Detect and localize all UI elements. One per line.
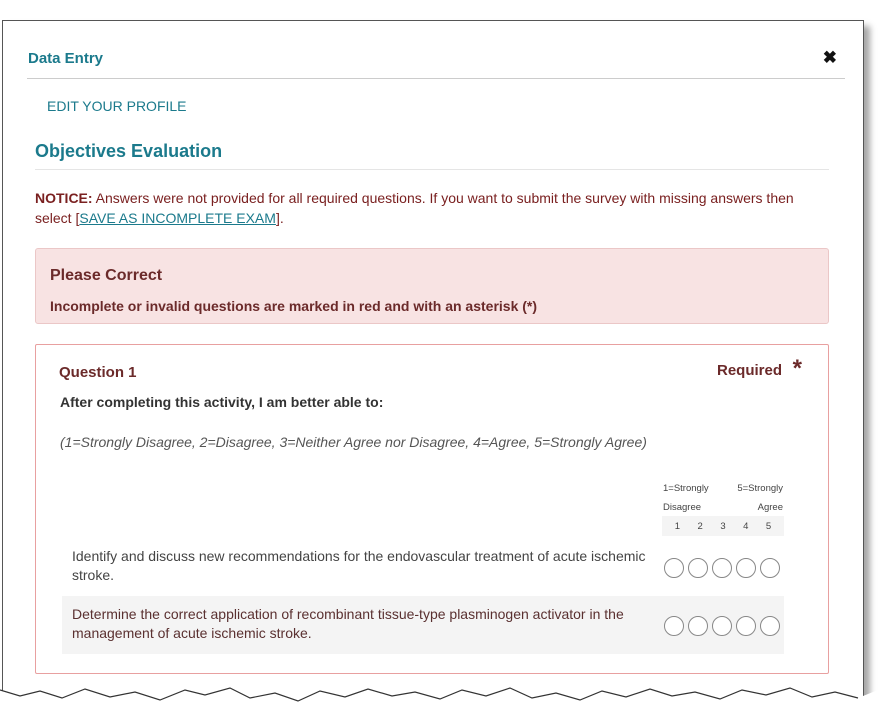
radio-5[interactable] xyxy=(760,558,780,578)
likert-item-text: Identify and discuss new recommendations… xyxy=(72,548,646,583)
title-divider xyxy=(35,169,829,170)
question-title: Question 1 xyxy=(59,364,137,381)
scale-number: 4 xyxy=(743,520,749,532)
error-alert: Please Correct Incomplete or invalid que… xyxy=(35,248,829,324)
dialog-header: Data Entry ✖ xyxy=(27,21,845,79)
radio-4[interactable] xyxy=(736,616,756,636)
question-prompt: After completing this activity, I am bet… xyxy=(60,394,384,410)
dialog-title: Data Entry xyxy=(28,50,104,67)
notice-label: NOTICE: xyxy=(35,190,93,206)
scale-right-line2: Agree xyxy=(757,502,783,513)
scale-number: 3 xyxy=(720,520,726,532)
likert-row-2: Determine the correct application of rec… xyxy=(62,596,784,654)
radio-3[interactable] xyxy=(712,616,732,636)
radio-4[interactable] xyxy=(736,558,756,578)
likert-radio-group xyxy=(664,616,782,636)
data-entry-dialog: Data Entry ✖ EDIT YOUR PROFILE Objective… xyxy=(2,20,864,706)
required-asterisk: * xyxy=(792,355,802,382)
alert-title: Please Correct xyxy=(50,267,163,284)
scale-number: 1 xyxy=(674,520,681,532)
scale-left-line1: 1=Strongly xyxy=(663,483,709,494)
notice-text-after: ]. xyxy=(275,210,284,226)
scale-left-line2: Disagree xyxy=(663,502,702,513)
scale-header: 1=Strongly Disagree 5=Strongly Agree 1 2… xyxy=(662,473,784,536)
torn-edge xyxy=(0,687,878,726)
notice-message: NOTICE: Answers were not provided for al… xyxy=(35,188,825,228)
radio-1[interactable] xyxy=(664,558,684,578)
scale-description: (1=Strongly Disagree, 2=Disagree, 3=Neit… xyxy=(60,434,647,450)
radio-2[interactable] xyxy=(688,558,708,578)
likert-item-text: Determine the correct application of rec… xyxy=(72,606,624,641)
close-icon[interactable]: ✖ xyxy=(823,49,837,66)
scale-right-line1: 5=Strongly xyxy=(737,483,783,494)
likert-radio-group xyxy=(664,558,782,578)
scale-number: 2 xyxy=(697,520,703,532)
radio-3[interactable] xyxy=(712,558,732,578)
radio-5[interactable] xyxy=(760,616,780,636)
likert-row-1: Identify and discuss new recommendations… xyxy=(62,538,784,596)
scale-number: 5 xyxy=(765,520,772,532)
scale-left-label: 1=Strongly Disagree xyxy=(663,479,709,517)
page-title: Objectives Evaluation xyxy=(35,141,223,161)
question-1-box: Question 1 Required * After completing t… xyxy=(35,344,829,674)
radio-2[interactable] xyxy=(688,616,708,636)
edit-profile-link[interactable]: EDIT YOUR PROFILE xyxy=(47,98,187,114)
required-label: Required xyxy=(716,362,782,379)
scale-numbers: 1 2 3 4 5 xyxy=(662,516,784,536)
scale-right-label: 5=Strongly Agree xyxy=(737,479,783,517)
radio-1[interactable] xyxy=(664,616,684,636)
alert-text: Incomplete or invalid questions are mark… xyxy=(50,298,538,314)
save-as-incomplete-link[interactable]: SAVE AS INCOMPLETE EXAM xyxy=(79,210,276,226)
